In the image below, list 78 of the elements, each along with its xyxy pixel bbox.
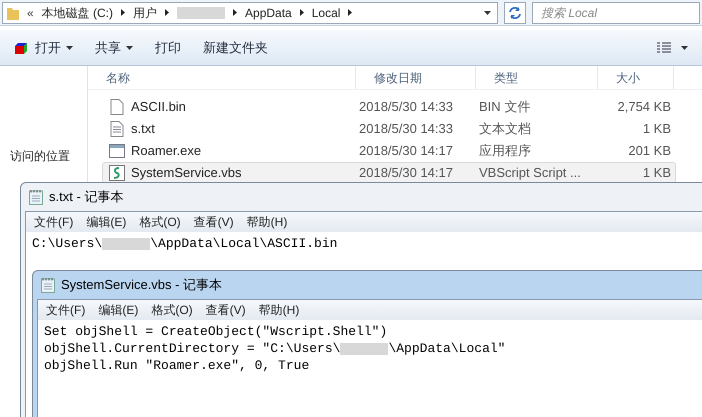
column-header[interactable]: 名称 bbox=[88, 66, 356, 89]
caret-icon bbox=[681, 46, 688, 50]
toolbar-button[interactable]: 打印 bbox=[155, 38, 181, 58]
file-date: 2018/5/30 14:17 bbox=[359, 142, 454, 160]
breadcrumb-item[interactable]: 用户 bbox=[133, 4, 158, 22]
menu-item[interactable]: 格式(O) bbox=[133, 213, 187, 231]
menu-item[interactable]: 帮助(H) bbox=[240, 213, 294, 231]
caret-icon bbox=[484, 10, 491, 14]
breadcrumb-item[interactable]: AppData bbox=[245, 4, 292, 22]
toolbar-button[interactable]: 打开 bbox=[14, 38, 73, 58]
search-field[interactable]: 搜索 Local bbox=[532, 2, 700, 24]
file-size: 201 KB bbox=[627, 142, 671, 160]
file-size: 1 KB bbox=[642, 120, 671, 138]
code-text: objShell.CurrentDirectory = "C:\Users\ bbox=[44, 340, 340, 357]
window-title: SystemService.vbs - 记事本 bbox=[61, 276, 222, 294]
window-icon bbox=[109, 144, 125, 158]
chevron-icon bbox=[348, 9, 352, 16]
file-type: 文本文档 bbox=[479, 120, 532, 138]
menu-item[interactable]: 查看(V) bbox=[200, 301, 252, 319]
list-view-icon bbox=[657, 42, 671, 54]
refresh-button[interactable] bbox=[504, 2, 526, 24]
code-text: \AppData\Local" bbox=[388, 340, 506, 357]
file-date: 2018/5/30 14:17 bbox=[359, 164, 454, 182]
code-text: objShell.Run "Roamer.exe", 0, True bbox=[44, 357, 310, 374]
column-header[interactable]: 类型 bbox=[476, 66, 598, 89]
file-date: 2018/5/30 14:33 bbox=[359, 98, 454, 116]
overflow-chevron[interactable]: « bbox=[27, 4, 34, 22]
file-name: ASCII.bin bbox=[131, 98, 186, 116]
script-file-icon bbox=[109, 165, 125, 181]
column-header[interactable]: 大小 bbox=[598, 66, 674, 89]
menu-item[interactable]: 文件(F) bbox=[28, 213, 80, 231]
view-options-button[interactable] bbox=[657, 42, 688, 54]
caret-icon bbox=[126, 46, 133, 50]
menu-item[interactable]: 查看(V) bbox=[188, 213, 240, 231]
file-type: VBScript Script ... bbox=[479, 164, 582, 182]
folder-icon bbox=[7, 6, 19, 20]
toolbar-button[interactable]: 新建文件夹 bbox=[203, 38, 268, 58]
menu-item[interactable]: 编辑(E) bbox=[80, 213, 132, 231]
chevron-icon bbox=[121, 9, 126, 16]
redacted-block bbox=[177, 6, 226, 18]
file-size: 1 KB bbox=[642, 164, 671, 182]
file-row[interactable]: Roamer.exe 2018/5/30 14:17 应用程序 201 KB bbox=[102, 140, 676, 162]
caret-icon bbox=[66, 46, 73, 50]
redacted-block bbox=[102, 238, 150, 250]
menu-item[interactable]: 文件(F) bbox=[40, 301, 92, 319]
breadcrumb-item[interactable]: Local bbox=[312, 4, 340, 22]
chevron-icon bbox=[165, 9, 170, 16]
window-title: s.txt - 记事本 bbox=[49, 188, 124, 206]
notepad-icon bbox=[29, 189, 43, 205]
file-row[interactable]: ASCII.bin 2018/5/30 14:33 BIN 文件 2,754 KB bbox=[102, 96, 676, 118]
refresh-icon bbox=[508, 6, 522, 20]
text-file-icon bbox=[110, 121, 124, 137]
redacted-block bbox=[340, 342, 388, 354]
chevron-icon bbox=[300, 9, 304, 16]
menu-item[interactable]: 帮助(H) bbox=[252, 301, 306, 319]
file-name: Roamer.exe bbox=[131, 142, 202, 160]
file-row[interactable]: s.txt 2018/5/30 14:33 文本文档 1 KB bbox=[102, 118, 676, 140]
address-bar[interactable]: « 本地磁盘 (C:) 用户 AppData Local bbox=[2, 2, 498, 24]
file-date: 2018/5/30 14:33 bbox=[359, 120, 454, 138]
file-size: 2,754 KB bbox=[616, 98, 671, 116]
sidebar-item[interactable]: 访问的位置 bbox=[10, 145, 70, 168]
open-icon bbox=[14, 40, 30, 54]
file-name: SystemService.vbs bbox=[131, 164, 242, 182]
code-text: C:\Users\ bbox=[32, 235, 102, 252]
file-icon bbox=[110, 99, 124, 115]
menu-item[interactable]: 格式(O) bbox=[145, 301, 199, 319]
column-header[interactable]: 修改日期 bbox=[356, 66, 476, 89]
chevron-icon bbox=[233, 9, 238, 16]
file-name: s.txt bbox=[131, 120, 155, 138]
file-type: BIN 文件 bbox=[479, 98, 532, 116]
code-text: \AppData\Local\ASCII.bin bbox=[150, 235, 338, 252]
menu-item[interactable]: 编辑(E) bbox=[92, 301, 144, 319]
code-text: Set objShell = CreateObject("Wscript.Shell") bbox=[44, 323, 388, 340]
toolbar-button[interactable]: 共享 bbox=[95, 38, 133, 58]
file-type: 应用程序 bbox=[479, 142, 532, 160]
notepad-icon bbox=[41, 277, 55, 293]
breadcrumb-item[interactable]: 本地磁盘 (C:) bbox=[42, 4, 114, 22]
file-row[interactable]: SystemService.vbs 2018/5/30 14:17 VBScript Script ... 1 KB bbox=[102, 162, 676, 184]
